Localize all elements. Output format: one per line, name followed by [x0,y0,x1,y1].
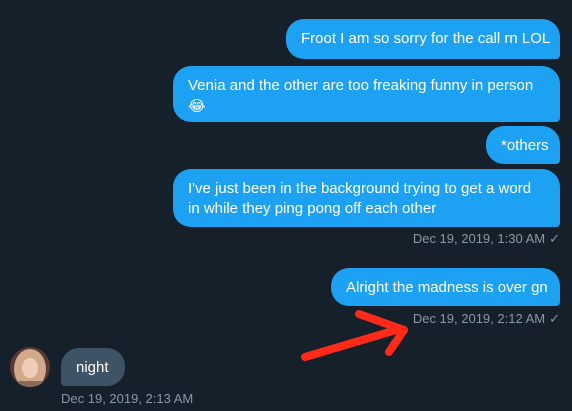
message-text: *others [501,137,549,154]
laughing-emoji-icon: 😂 [188,97,206,115]
message-bubble-outgoing[interactable]: Venia and the other are too freaking fun… [173,66,560,122]
message-text: Froot I am so sorry for the call rn LOL [301,30,551,47]
message-timestamp: Dec 19, 2019, 2:13 AM [61,391,194,406]
read-check-icon: ✓ [549,231,560,246]
message-text: Alright the madness is over gn [346,279,548,296]
message-bubble-outgoing[interactable]: Froot I am so sorry for the call rn LOL [286,19,560,59]
message-bubble-incoming[interactable]: night [61,348,125,386]
message-bubble-outgoing[interactable]: Alright the madness is over gn [331,268,560,306]
avatar-image [10,347,50,387]
read-check-icon: ✓ [549,311,560,326]
message-timestamp: Dec 19, 2019, 1:30 AM ✓ [412,231,560,246]
message-text: night [76,359,109,376]
message-text: Venia and the other are too freaking fun… [188,77,534,94]
message-text: I've just been in the background trying … [188,180,532,217]
user-avatar-photo[interactable] [10,347,50,387]
message-timestamp: Dec 19, 2019, 2:12 AM ✓ [412,311,560,326]
message-bubble-outgoing[interactable]: *others [486,126,560,164]
message-bubble-outgoing[interactable]: I've just been in the background trying … [173,169,560,227]
